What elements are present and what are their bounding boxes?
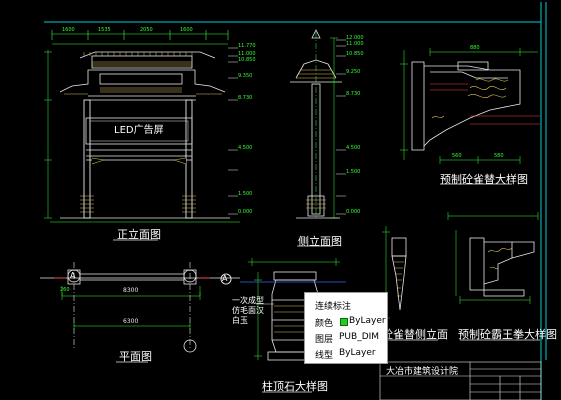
elev-front-7: 1.500 (238, 191, 253, 197)
top-dim-2: 2050 (140, 27, 153, 33)
elev-front-3: 9.350 (238, 73, 253, 79)
tooltip-title: 连续标注 (315, 302, 352, 312)
elev-front-6: 4.500 (238, 145, 253, 151)
tooltip-row-color: 颜色 ByLayer (315, 316, 386, 329)
elev-side-1: 11.000 (346, 41, 364, 47)
bracket-dim-1: 580 (494, 153, 504, 159)
axis-marker-left: A (70, 271, 76, 280)
elev-side-2: 10.850 (346, 51, 364, 57)
king-detail-title: 预制砼霸王拳大样图 (458, 328, 557, 341)
stone-note: 一次成型 仿毛面汉 白玉 (232, 296, 264, 325)
elev-side-6: 4.500 (346, 145, 361, 151)
tooltip-linetype-key: 线型 (315, 351, 334, 361)
tooltip-color-key: 颜色 (315, 319, 334, 329)
front-elevation-title: 正立面图 (117, 228, 161, 241)
pillar-stone-title: 柱顶石大样图 (262, 380, 328, 393)
tooltip-layer-key: 图层 (315, 335, 334, 345)
bracket-dim-2: 880 (470, 45, 480, 51)
plan-title: 平面图 (119, 350, 152, 363)
top-dim-0: 1600 (62, 27, 75, 33)
plan-width-dim: 8300 (123, 287, 139, 294)
elev-side-8: 0.000 (346, 209, 361, 215)
axis-marker-right: A (222, 274, 228, 283)
elev-front-2: 10.850 (238, 57, 256, 63)
bracket-dim-0: 560 (452, 153, 462, 159)
elev-front-8: 0.000 (238, 209, 253, 215)
design-institute-label: 大冶市建筑设计院 (386, 367, 459, 377)
tooltip-row-layer: 图层 PUB_DIM (315, 332, 379, 345)
tooltip-layer-value: PUB_DIM (339, 332, 380, 342)
elev-side-3: 9.250 (346, 69, 361, 75)
plan-width2-dim: 6300 (123, 318, 139, 325)
side-elevation-title: 侧立面图 (298, 235, 342, 248)
elev-side-4: 8.730 (346, 91, 361, 97)
bracket-side-title: 砼雀替侧立面 (382, 328, 448, 341)
dimension-properties-tooltip: 连续标注 颜色 ByLayer 图层 PUB_DIM 线型 ByLayer (304, 292, 388, 364)
top-dim-3: 1600 (180, 27, 193, 33)
tooltip-row-linetype: 线型 ByLayer (315, 348, 376, 361)
tooltip-linetype-value: ByLayer (339, 348, 376, 358)
color-swatch-icon (340, 318, 348, 326)
top-dim-1: 1535 (98, 27, 111, 33)
elev-front-4: 8.730 (238, 95, 253, 101)
led-screen-label: LED广告屏 (114, 125, 164, 136)
elev-front-0: 11.770 (238, 43, 256, 49)
plan-side-dim: 260 (60, 287, 70, 293)
tooltip-color-value: ByLayer (349, 316, 386, 326)
elev-side-7: 1.500 (346, 169, 361, 175)
bracket-detail-title: 预制砼雀替大样图 (440, 173, 528, 186)
